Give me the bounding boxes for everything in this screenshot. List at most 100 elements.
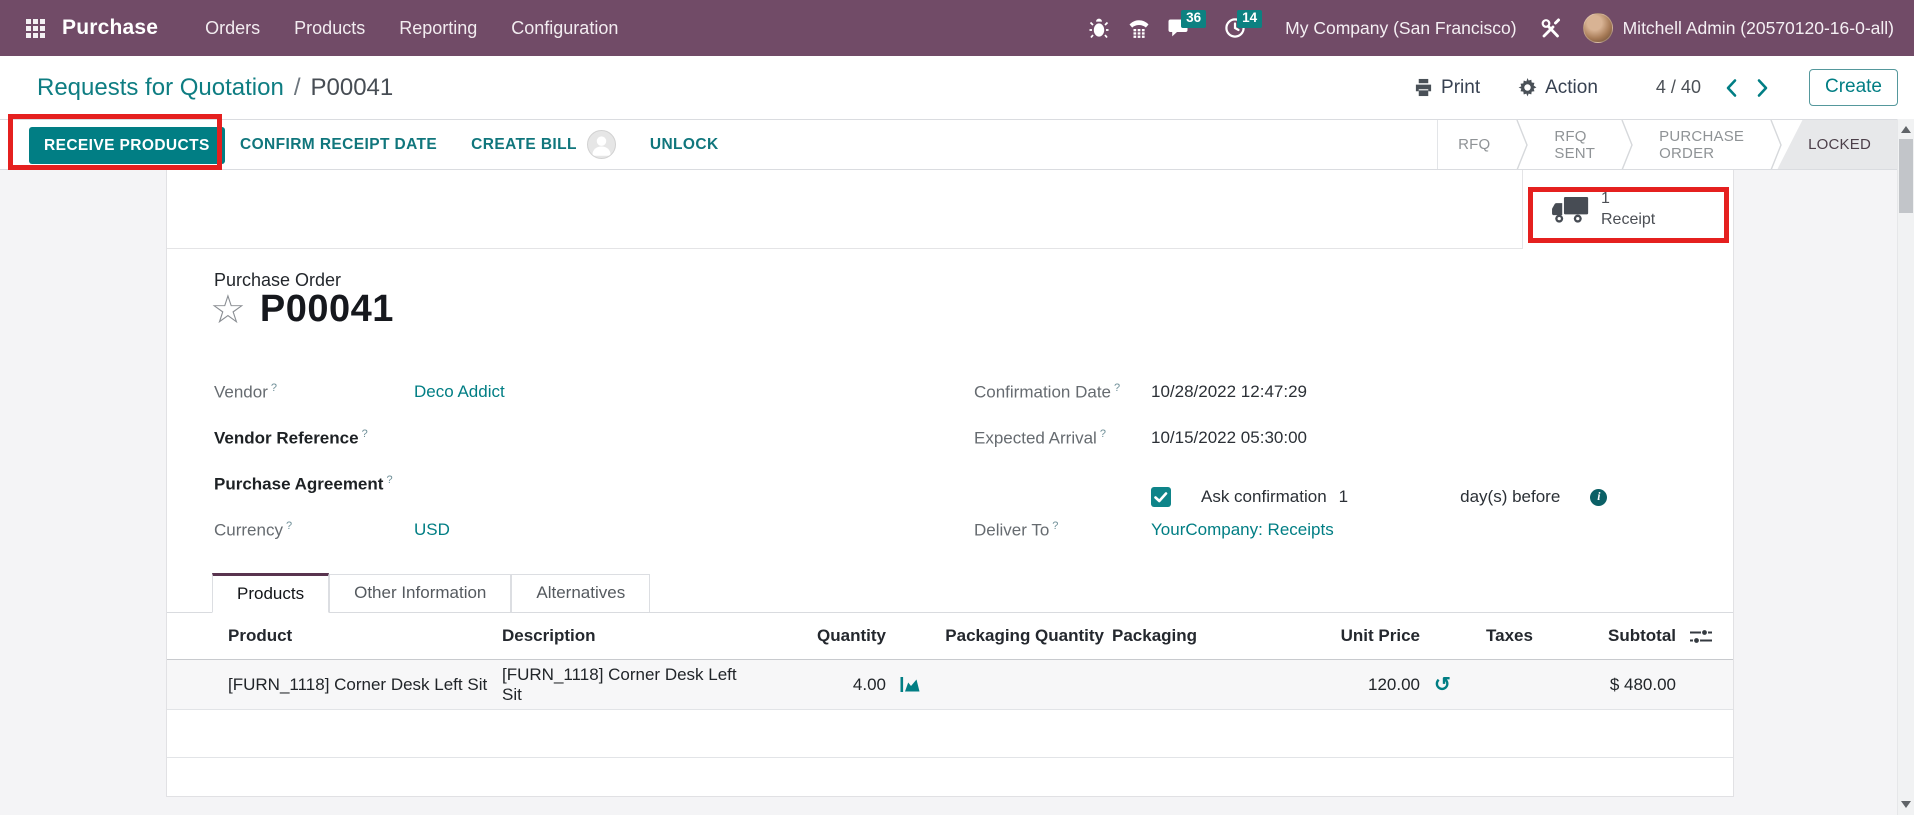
developer-tools-button[interactable] xyxy=(1531,8,1571,48)
unlock-button[interactable]: UNLOCK xyxy=(650,136,719,154)
action-button[interactable]: Action xyxy=(1518,77,1598,99)
pager-previous-button[interactable] xyxy=(1725,78,1738,98)
field-deliver-to: Deliver To? YourCompany: Receipts xyxy=(974,520,1704,566)
user-menu[interactable]: Mitchell Admin (20570120-16-0-all) xyxy=(1613,18,1900,39)
create-bill-button[interactable]: CREATE BILL xyxy=(471,130,616,159)
field-confirmation-date: Confirmation Date? 10/28/2022 12:47:29 xyxy=(974,382,1704,428)
ask-confirmation-value[interactable]: 1 xyxy=(1339,487,1348,507)
record-name: P00041 xyxy=(260,288,394,331)
field-ask-confirmation: Ask confirmation 1 day(s) before i xyxy=(974,474,1704,520)
empty-line-row xyxy=(167,710,1733,758)
form-statusbar: RECEIVE PRODUCTS CONFIRM RECEIPT DATE CR… xyxy=(0,119,1914,170)
avatar-placeholder-icon xyxy=(587,130,616,159)
vertical-scrollbar[interactable] xyxy=(1897,119,1914,815)
cell-quantity: 4.00 xyxy=(752,675,886,695)
help-marker: ? xyxy=(271,382,277,394)
purchase-agreement-label: Purchase Agreement xyxy=(214,475,383,494)
breadcrumb-parent-link[interactable]: Requests for Quotation xyxy=(37,74,284,102)
receipt-smart-button[interactable]: 1 Receipt xyxy=(1522,170,1733,249)
tab-alternatives[interactable]: Alternatives xyxy=(511,574,650,612)
scrollbar-thumb[interactable] xyxy=(1899,139,1913,213)
tab-products[interactable]: Products xyxy=(212,573,329,613)
pager-next-button[interactable] xyxy=(1756,78,1769,98)
confirmation-date-label: Confirmation Date xyxy=(974,383,1111,402)
activities-badge: 14 xyxy=(1237,10,1262,28)
help-marker: ? xyxy=(1052,520,1058,532)
vendor-reference-label: Vendor Reference xyxy=(214,429,359,448)
check-icon xyxy=(1151,487,1171,507)
confirmation-date-value: 10/28/2022 12:47:29 xyxy=(1151,382,1307,402)
status-step-rfq-sent[interactable]: RFQ SENT xyxy=(1528,120,1621,169)
chevron-right-icon xyxy=(1756,78,1769,98)
table-header-row: Product Description Quantity Packaging Q… xyxy=(167,613,1733,660)
currency-value-link[interactable]: USD xyxy=(414,520,450,540)
price-history-icon[interactable]: ↺ xyxy=(1434,675,1451,695)
vendor-value-link[interactable]: Deco Addict xyxy=(414,382,505,402)
phone-icon xyxy=(1128,17,1150,39)
cell-unit-price: 120.00 xyxy=(1274,675,1420,695)
help-marker: ? xyxy=(286,520,292,532)
nav-menu-products[interactable]: Products xyxy=(277,18,382,39)
status-step-locked[interactable]: LOCKED xyxy=(1782,120,1897,169)
pager-count: 4 / 40 xyxy=(1656,77,1701,98)
app-brand[interactable]: Purchase xyxy=(62,16,158,40)
ask-confirmation-label: Ask confirmation xyxy=(1201,487,1327,507)
step-separator xyxy=(1621,120,1633,169)
tab-other-information[interactable]: Other Information xyxy=(329,574,511,612)
help-marker: ? xyxy=(362,428,368,440)
control-panel: Requests for Quotation / P00041 Print Ac… xyxy=(0,56,1914,119)
apps-menu-icon[interactable] xyxy=(18,11,52,45)
receive-products-button[interactable]: RECEIVE PRODUCTS xyxy=(29,127,225,164)
voip-phone-button[interactable] xyxy=(1119,8,1159,48)
chevron-left-icon xyxy=(1725,78,1738,98)
status-step-purchase-order[interactable]: PURCHASE ORDER xyxy=(1633,120,1770,169)
optional-columns-icon[interactable] xyxy=(1689,628,1713,645)
grid-icon xyxy=(26,19,45,38)
order-lines-table: Product Description Quantity Packaging Q… xyxy=(167,613,1733,758)
field-expected-arrival: Expected Arrival? 10/15/2022 05:30:00 xyxy=(974,428,1704,474)
deliver-to-value-link[interactable]: YourCompany: Receipts xyxy=(1151,520,1334,540)
pager: 4 / 40 xyxy=(1656,77,1769,98)
user-avatar[interactable] xyxy=(1583,13,1613,43)
column-header-quantity: Quantity xyxy=(752,626,886,646)
create-button[interactable]: Create xyxy=(1809,69,1898,106)
favorite-star-icon[interactable]: ☆ xyxy=(210,290,246,330)
cell-subtotal: $ 480.00 xyxy=(1576,675,1676,695)
receipt-count: 1 xyxy=(1601,189,1655,210)
field-purchase-agreement: Purchase Agreement? xyxy=(214,474,814,520)
status-step-rfq[interactable]: RFQ xyxy=(1437,120,1516,169)
field-vendor-reference: Vendor Reference? xyxy=(214,428,814,474)
form-view: 1 Receipt Purchase Order ☆ P00041 Vendor… xyxy=(0,170,1914,815)
help-marker: ? xyxy=(1100,428,1106,440)
messages-badge: 36 xyxy=(1181,10,1206,28)
column-header-subtotal: Subtotal xyxy=(1576,626,1676,646)
forecast-chart-icon[interactable] xyxy=(900,676,921,693)
help-marker: ? xyxy=(1114,382,1120,394)
info-icon[interactable]: i xyxy=(1590,489,1607,506)
breadcrumb: Requests for Quotation / P00041 xyxy=(0,74,393,102)
messages-button[interactable]: 36 xyxy=(1159,8,1199,48)
statusbar-steps: RFQ RFQ SENT PURCHASE ORDER LOCKED xyxy=(1437,120,1897,169)
scroll-down-icon[interactable] xyxy=(1901,801,1911,808)
action-label: Action xyxy=(1545,77,1598,99)
field-vendor: Vendor? Deco Addict xyxy=(214,382,814,428)
debug-bug-button[interactable] xyxy=(1079,8,1119,48)
column-header-description: Description xyxy=(502,626,752,646)
company-switcher[interactable]: My Company (San Francisco) xyxy=(1271,18,1530,39)
column-header-packaging: Packaging xyxy=(1104,626,1274,646)
ask-confirmation-checkbox[interactable] xyxy=(1151,487,1171,507)
expected-arrival-label: Expected Arrival xyxy=(974,429,1097,448)
breadcrumb-current: P00041 xyxy=(310,74,393,102)
receipt-label: Receipt xyxy=(1601,210,1655,231)
activities-button[interactable]: 14 xyxy=(1215,8,1255,48)
nav-menu-reporting[interactable]: Reporting xyxy=(382,18,494,39)
nav-menu-orders[interactable]: Orders xyxy=(188,18,277,39)
table-row[interactable]: [FURN_1118] Corner Desk Left Sit [FURN_1… xyxy=(167,660,1733,710)
column-header-taxes: Taxes xyxy=(1466,626,1576,646)
print-button[interactable]: Print xyxy=(1414,77,1480,99)
confirm-receipt-date-button[interactable]: CONFIRM RECEIPT DATE xyxy=(240,136,437,154)
create-bill-label: CREATE BILL xyxy=(471,136,577,154)
nav-menu-configuration[interactable]: Configuration xyxy=(494,18,635,39)
scroll-up-icon[interactable] xyxy=(1901,126,1911,133)
deliver-to-label: Deliver To xyxy=(974,521,1049,540)
